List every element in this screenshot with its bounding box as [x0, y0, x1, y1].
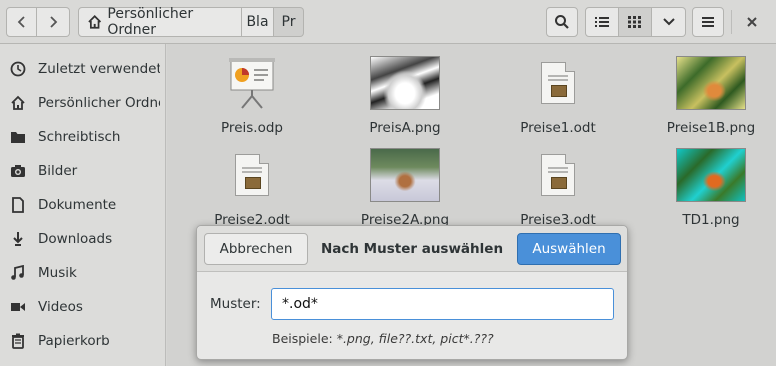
grid-view-button[interactable]: [619, 7, 652, 37]
video-icon: [9, 298, 27, 316]
breadcrumb-label: Persönlicher Ordner: [107, 6, 194, 38]
sidebar-item-videos[interactable]: Videos: [0, 290, 166, 324]
view-options-button[interactable]: [652, 7, 686, 37]
image-thumbnail: [335, 146, 475, 204]
close-icon: [747, 17, 757, 27]
breadcrumb-label: Bla: [246, 14, 269, 30]
file-item[interactable]: Preise1.odt: [488, 54, 628, 140]
menu-button[interactable]: [692, 7, 724, 37]
sidebar-item-label: Downloads: [38, 231, 113, 247]
download-icon: [9, 230, 27, 248]
select-button[interactable]: Auswählen: [517, 233, 621, 265]
chevron-right-icon: [50, 16, 58, 28]
chevron-left-icon: [17, 16, 25, 28]
sidebar-item-label: Videos: [38, 299, 83, 315]
file-item[interactable]: Preise1B.png: [641, 54, 776, 140]
header-bar: Persönlicher Ordner Bla Pr: [0, 0, 776, 44]
sidebar-item-documents[interactable]: Dokumente: [0, 188, 166, 222]
pattern-label: Muster:: [210, 296, 261, 312]
breadcrumb-bla[interactable]: Bla: [242, 7, 274, 37]
file-item[interactable]: Preise3.odt: [488, 146, 628, 232]
file-item[interactable]: TD1.png: [641, 146, 776, 232]
file-item[interactable]: Preis.odp: [182, 54, 322, 140]
sidebar-item-label: Bilder: [38, 163, 78, 179]
sidebar-item-recent[interactable]: Zuletzt verwendet: [0, 52, 166, 86]
file-name: TD1.png: [682, 212, 740, 228]
sidebar-item-label: Dokumente: [38, 197, 117, 213]
hint-prefix: Beispiele:: [272, 331, 337, 346]
text-document-icon: [488, 54, 628, 112]
sidebar: Zuletzt verwendet Persönlicher Ordner Sc…: [0, 44, 166, 366]
file-name: Preise1.odt: [520, 120, 596, 136]
document-icon: [9, 196, 27, 214]
music-icon: [9, 264, 27, 282]
sidebar-item-label: Musik: [38, 265, 77, 281]
file-item[interactable]: PreisA.png: [335, 54, 475, 140]
sidebar-item-label: Schreibtisch: [38, 129, 121, 145]
cancel-button[interactable]: Abbrechen: [204, 233, 308, 265]
sidebar-item-trash[interactable]: Papierkorb: [0, 324, 166, 358]
list-view-icon: [595, 17, 609, 27]
sidebar-item-label: Papierkorb: [38, 333, 110, 349]
presentation-icon: [182, 54, 322, 112]
list-view-button[interactable]: [585, 7, 619, 37]
sidebar-item-pictures[interactable]: Bilder: [0, 154, 166, 188]
file-item[interactable]: Preise2A.png: [335, 146, 475, 232]
search-button[interactable]: [546, 7, 578, 37]
sidebar-item-label: Persönlicher Ordner: [38, 95, 160, 111]
image-thumbnail: [641, 146, 776, 204]
forward-button[interactable]: [37, 7, 70, 37]
home-icon: [9, 94, 27, 112]
sidebar-item-downloads[interactable]: Downloads: [0, 222, 166, 256]
image-thumbnail: [641, 54, 776, 112]
file-name: Preis.odp: [221, 120, 283, 136]
sidebar-item-music[interactable]: Musik: [0, 256, 166, 290]
select-pattern-dialog: Abbrechen Nach Muster auswählen Auswähle…: [196, 225, 628, 360]
dialog-title: Nach Muster auswählen: [320, 241, 504, 257]
folder-icon: [9, 128, 27, 146]
sidebar-item-home[interactable]: Persönlicher Ordner: [0, 86, 166, 120]
chevron-down-icon: [662, 18, 675, 26]
image-thumbnail: [335, 54, 475, 112]
grid-view-icon: [628, 16, 641, 28]
dialog-header: Abbrechen Nach Muster auswählen Auswähle…: [197, 226, 627, 272]
camera-icon: [9, 162, 27, 180]
sidebar-item-desktop[interactable]: Schreibtisch: [0, 120, 166, 154]
home-icon: [88, 15, 102, 29]
breadcrumb-home[interactable]: Persönlicher Ordner: [78, 6, 242, 38]
text-document-icon: [182, 146, 322, 204]
sidebar-item-label: Zuletzt verwendet: [38, 61, 160, 77]
header-separator: [731, 10, 732, 34]
hint-examples: *.png, file??.txt, pict*.???: [336, 331, 494, 346]
file-name: Preise1B.png: [666, 120, 756, 136]
file-item[interactable]: Preise2.odt: [182, 146, 322, 232]
breadcrumb-label: Pr: [281, 14, 296, 30]
pattern-hint: Beispiele: *.png, file??.txt, pict*.???: [272, 331, 494, 346]
back-button[interactable]: [6, 7, 37, 37]
hamburger-menu-icon: [702, 17, 714, 27]
close-window-button[interactable]: [742, 12, 762, 32]
breadcrumb-pr[interactable]: Pr: [274, 7, 304, 37]
search-icon: [555, 15, 569, 29]
pattern-input[interactable]: *.od*: [271, 288, 614, 320]
clock-icon: [9, 60, 27, 78]
text-document-icon: [488, 146, 628, 204]
file-name: PreisA.png: [369, 120, 441, 136]
trash-icon: [9, 332, 27, 350]
